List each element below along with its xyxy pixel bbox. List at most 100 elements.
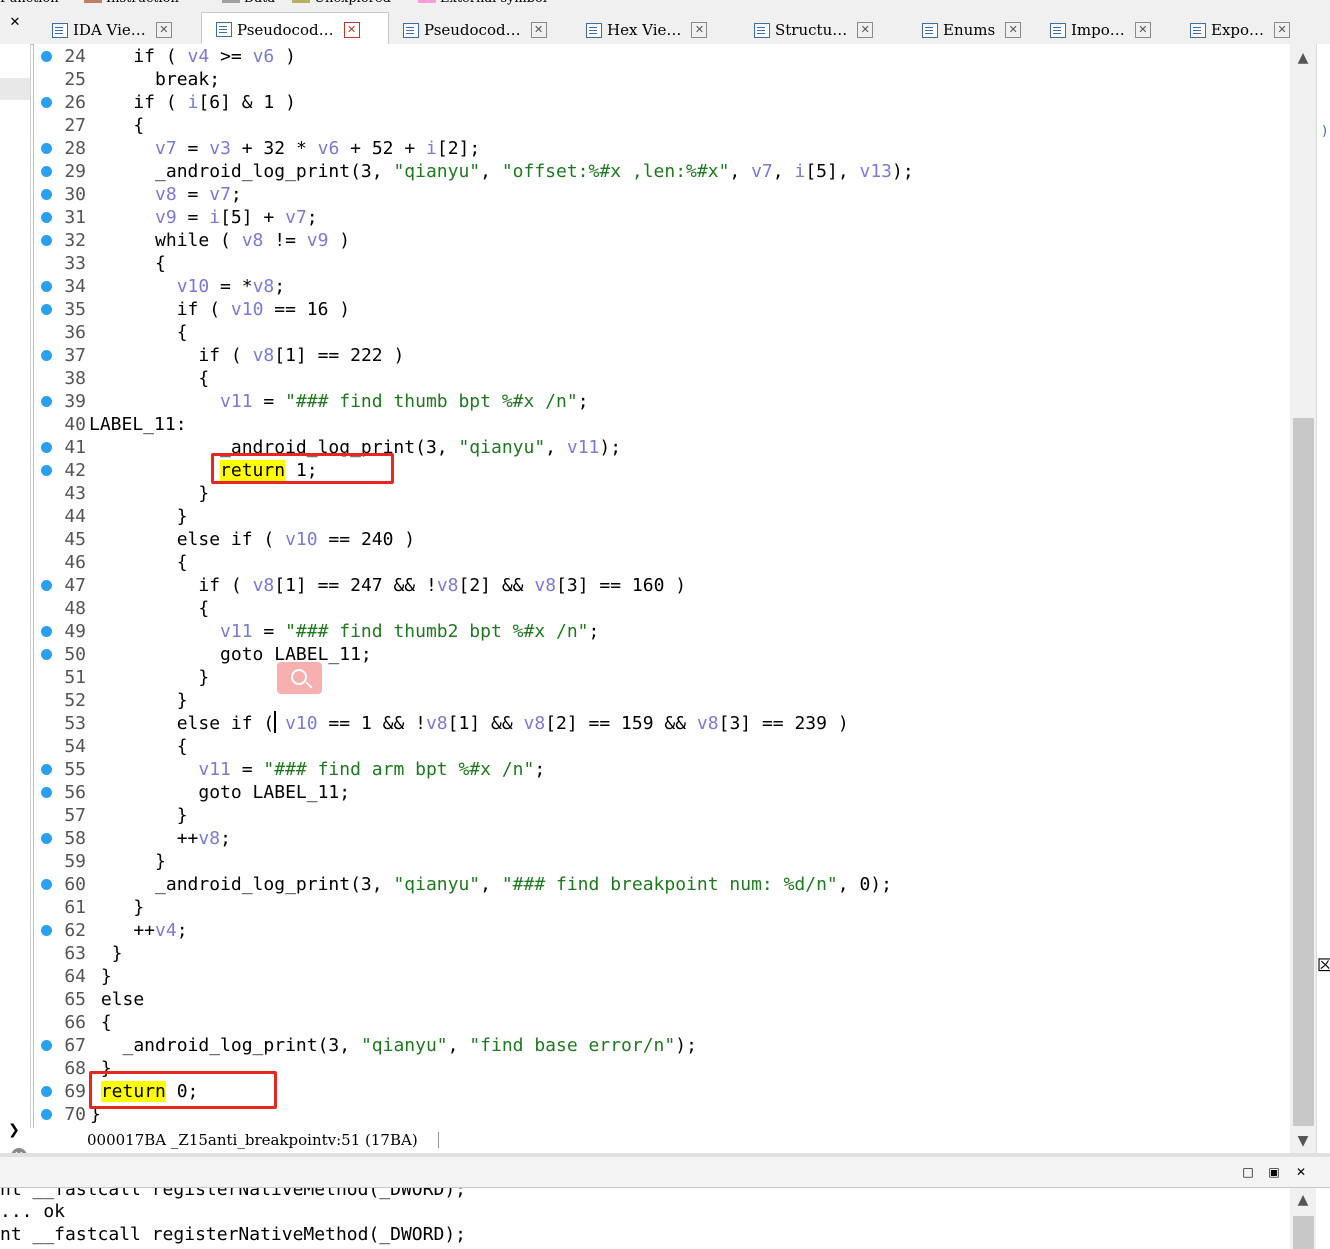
code-line[interactable]: 47 if ( v8[1] == 247 && !v8[2] && v8[3] … — [34, 574, 1291, 597]
breakpoint-dot-icon[interactable] — [41, 51, 52, 62]
code-line[interactable]: 29 _android_log_print(3, "qianyu", "offs… — [34, 160, 1291, 183]
code-line[interactable]: 39 v11 = "### find thumb bpt %#x /n"; — [34, 390, 1291, 413]
tab-close-icon[interactable]: ✕ — [530, 22, 547, 38]
code-line[interactable]: 53 else if ( v10 == 1 && !v8[1] && v8[2]… — [34, 712, 1291, 735]
code-line[interactable]: 60 _android_log_print(3, "qianyu", "### … — [34, 873, 1291, 896]
tab-close-icon[interactable]: ✕ — [343, 21, 360, 38]
code-line[interactable]: 44 } — [34, 505, 1291, 528]
breakpoint-dot-icon[interactable] — [41, 97, 52, 108]
tab-pseudocod-2[interactable]: Pseudocod… ✕ — [389, 16, 567, 44]
code-line[interactable]: 51 } — [34, 666, 1291, 689]
code-line[interactable]: 56 goto LABEL_11; — [34, 781, 1291, 804]
code-line[interactable]: 61 } — [34, 896, 1291, 919]
breakpoint-dot-icon[interactable] — [41, 350, 52, 361]
breakpoint-dot-icon[interactable] — [41, 764, 52, 775]
tab-close-icon[interactable]: ✕ — [1134, 22, 1151, 38]
tab-structu-4[interactable]: Structu… ✕ — [740, 16, 904, 44]
code-line[interactable]: 28 v7 = v3 + 32 * v6 + 52 + i[2]; — [34, 137, 1291, 160]
scrollbar-thumb[interactable] — [1293, 1216, 1314, 1249]
code-line[interactable]: 49 v11 = "### find thumb2 bpt %#x /n"; — [34, 620, 1291, 643]
breakpoint-dot-icon[interactable] — [41, 787, 52, 798]
code-line[interactable]: 52 } — [34, 689, 1291, 712]
breakpoint-dot-icon[interactable] — [41, 1040, 52, 1051]
scroll-up-icon[interactable]: ▲ — [1290, 1192, 1316, 1212]
code-line[interactable]: 24 if ( v4 >= v6 ) — [34, 45, 1291, 68]
breakpoint-dot-icon[interactable] — [41, 235, 52, 246]
code-text: goto LABEL_11; — [90, 782, 351, 803]
code-line[interactable]: 48 { — [34, 597, 1291, 620]
code-line[interactable]: 67 _android_log_print(3, "qianyu", "find… — [34, 1034, 1291, 1057]
code-line[interactable]: 40 LABEL_11: — [34, 413, 1291, 436]
output-window[interactable]: nt __fastcall registerNativeMethod(_DWOR… — [0, 1188, 1290, 1249]
code-line[interactable]: 38 { — [34, 367, 1291, 390]
float-window-icon[interactable]: ▣ — [1267, 1165, 1281, 1179]
breakpoint-dot-icon[interactable] — [41, 442, 52, 453]
code-line[interactable]: 36 { — [34, 321, 1291, 344]
breakpoint-dot-icon[interactable] — [41, 1109, 52, 1120]
code-line[interactable]: 33 { — [34, 252, 1291, 275]
code-line[interactable]: 35 if ( v10 == 16 ) — [34, 298, 1291, 321]
breakpoint-dot-icon[interactable] — [41, 626, 52, 637]
breakpoint-dot-icon[interactable] — [41, 879, 52, 890]
code-line[interactable]: 45 else if ( v10 == 240 ) — [34, 528, 1291, 551]
breakpoint-dot-icon[interactable] — [41, 396, 52, 407]
code-line[interactable]: 63 } — [34, 942, 1291, 965]
tab-hexvie-3[interactable]: Hex Vie… ✕ — [572, 16, 736, 44]
code-line[interactable]: 30 v8 = v7; — [34, 183, 1291, 206]
line-number: 62 — [64, 920, 86, 941]
breakpoint-dot-icon[interactable] — [41, 649, 52, 660]
left-panel-close-button[interactable]: ✕ — [0, 8, 30, 36]
magnifier-icon[interactable] — [277, 662, 322, 694]
code-line[interactable]: 34 v10 = *v8; — [34, 275, 1291, 298]
breakpoint-dot-icon[interactable] — [41, 580, 52, 591]
code-line[interactable]: 27 { — [34, 114, 1291, 137]
code-line[interactable]: 59 } — [34, 850, 1291, 873]
scroll-up-icon[interactable]: ▲ — [1290, 46, 1316, 70]
maximize-icon[interactable]: □ — [1241, 1165, 1255, 1179]
tab-impo-6[interactable]: Impo… ✕ — [1036, 16, 1172, 44]
tab-close-icon[interactable]: ✕ — [1005, 22, 1022, 38]
code-line[interactable]: 32 while ( v8 != v9 ) — [34, 229, 1291, 252]
breakpoint-dot-icon[interactable] — [41, 304, 52, 315]
breakpoint-dot-icon[interactable] — [41, 1086, 52, 1097]
tab-close-icon[interactable]: ✕ — [691, 22, 708, 38]
code-line[interactable]: 58 ++v8; — [34, 827, 1291, 850]
tab-pseudocod-1[interactable]: Pseudocod… ✕ — [201, 12, 389, 46]
tab-close-icon[interactable]: ✕ — [155, 22, 172, 38]
breakpoint-dot-icon[interactable] — [41, 143, 52, 154]
code-line[interactable]: 43 } — [34, 482, 1291, 505]
code-line[interactable]: 62 ++v4; — [34, 919, 1291, 942]
breakpoint-dot-icon[interactable] — [41, 281, 52, 292]
code-line[interactable]: 26 if ( i[6] & 1 ) — [34, 91, 1291, 114]
tab-expo-7[interactable]: Expo… ✕ — [1176, 16, 1304, 44]
left-panel-selected-row[interactable] — [0, 78, 30, 100]
expand-arrow-icon[interactable]: ❯ — [2, 1122, 26, 1142]
tab-enums-5[interactable]: Enums ✕ — [908, 16, 1032, 44]
breakpoint-dot-icon[interactable] — [41, 833, 52, 844]
vertical-scrollbar[interactable]: ▲ ▼ — [1290, 44, 1316, 1153]
tab-close-icon[interactable]: ✕ — [1274, 22, 1291, 38]
code-line[interactable]: 54 { — [34, 735, 1291, 758]
breakpoint-dot-icon[interactable] — [41, 925, 52, 936]
code-line[interactable]: 31 v9 = i[5] + v7; — [34, 206, 1291, 229]
code-line[interactable]: 64 } — [34, 965, 1291, 988]
code-line[interactable]: 65 else — [34, 988, 1291, 1011]
tab-close-icon[interactable]: ✕ — [857, 22, 874, 38]
code-line[interactable]: 25 break; — [34, 68, 1291, 91]
scroll-down-icon[interactable]: ▼ — [1290, 1129, 1316, 1153]
code-line[interactable]: 55 v11 = "### find arm bpt %#x /n"; — [34, 758, 1291, 781]
output-scrollbar[interactable]: ▲ — [1290, 1188, 1316, 1249]
breakpoint-dot-icon[interactable] — [41, 166, 52, 177]
breakpoint-dot-icon[interactable] — [41, 212, 52, 223]
code-line[interactable]: 57 } — [34, 804, 1291, 827]
pseudocode-view[interactable]: 24 if ( v4 >= v6 ) 25 break; 26 if ( i[6] … — [33, 44, 1291, 1128]
breakpoint-dot-icon[interactable] — [41, 189, 52, 200]
scrollbar-thumb[interactable] — [1293, 418, 1314, 1126]
close-icon[interactable]: ✕ — [1294, 1165, 1308, 1179]
code-line[interactable]: 66 { — [34, 1011, 1291, 1034]
breakpoint-dot-icon[interactable] — [41, 465, 52, 476]
code-line[interactable]: 46 { — [34, 551, 1291, 574]
tab-idavie-0[interactable]: IDA Vie… ✕ — [38, 16, 196, 44]
code-line[interactable]: 50 goto LABEL_11; — [34, 643, 1291, 666]
code-line[interactable]: 37 if ( v8[1] == 222 ) — [34, 344, 1291, 367]
